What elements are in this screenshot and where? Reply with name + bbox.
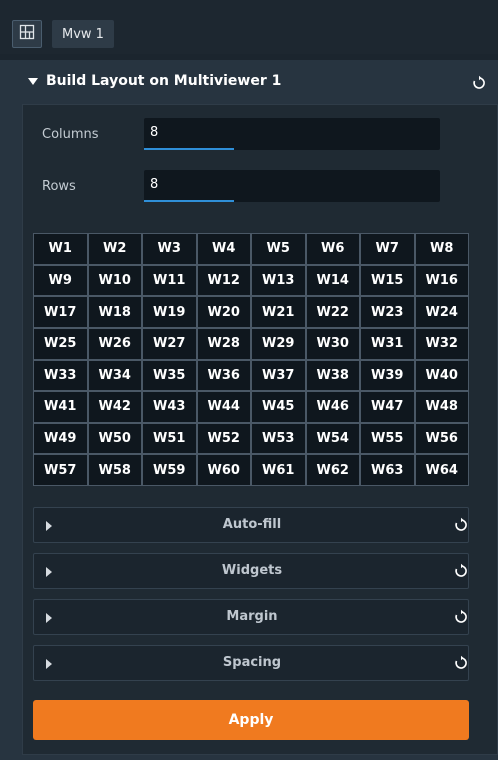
grid-cell[interactable]: W1 bbox=[34, 234, 87, 264]
apply-button[interactable]: Apply bbox=[33, 700, 469, 740]
grid-cell[interactable]: W30 bbox=[306, 328, 359, 359]
reset-icon[interactable] bbox=[452, 654, 470, 672]
grid-cell[interactable]: W64 bbox=[415, 455, 468, 485]
grid-cell[interactable]: W21 bbox=[252, 297, 305, 327]
grid-cell[interactable]: W57 bbox=[34, 455, 87, 485]
grid-cell[interactable]: W58 bbox=[88, 455, 141, 485]
grid-cell[interactable]: W52 bbox=[197, 423, 250, 454]
columns-input[interactable]: 8 bbox=[144, 118, 440, 150]
grid-cell[interactable]: W32 bbox=[415, 328, 468, 359]
grid-cell[interactable]: W53 bbox=[252, 423, 305, 454]
grid-cell[interactable]: W55 bbox=[361, 423, 414, 454]
grid-cell[interactable]: W41 bbox=[34, 392, 87, 422]
section-margin[interactable]: Margin bbox=[33, 599, 469, 635]
grid-cell[interactable]: W31 bbox=[361, 328, 414, 359]
grid-cell[interactable]: W60 bbox=[197, 455, 250, 485]
reset-icon[interactable] bbox=[452, 608, 470, 626]
grid-cell[interactable]: W54 bbox=[306, 423, 359, 454]
grid-cell[interactable]: W42 bbox=[88, 392, 141, 422]
rows-value: 8 bbox=[150, 177, 159, 192]
grid-cell[interactable]: W8 bbox=[415, 234, 468, 264]
grid-cell[interactable]: W26 bbox=[88, 328, 141, 359]
section-spacing[interactable]: Spacing bbox=[33, 645, 469, 681]
grid-cell[interactable]: W13 bbox=[252, 265, 305, 296]
panel-header[interactable]: Build Layout on Multiviewer 1 bbox=[0, 60, 498, 104]
grid-cell[interactable]: W29 bbox=[252, 328, 305, 359]
tab-bar: Mvw 1 bbox=[0, 0, 498, 54]
section-label: Margin bbox=[226, 609, 278, 624]
grid-cell[interactable]: W5 bbox=[252, 234, 305, 264]
columns-label: Columns bbox=[42, 127, 99, 142]
grid-cell[interactable]: W28 bbox=[197, 328, 250, 359]
rows-input[interactable]: 8 bbox=[144, 170, 440, 202]
reset-icon[interactable] bbox=[470, 74, 488, 92]
grid-cell[interactable]: W20 bbox=[197, 297, 250, 327]
grid-cell[interactable]: W17 bbox=[34, 297, 87, 327]
section-auto-fill[interactable]: Auto-fill bbox=[33, 507, 469, 543]
grid-cell[interactable]: W3 bbox=[143, 234, 196, 264]
grid-cell[interactable]: W48 bbox=[415, 392, 468, 422]
grid-cell[interactable]: W7 bbox=[361, 234, 414, 264]
grid-cell[interactable]: W44 bbox=[197, 392, 250, 422]
grid-cell[interactable]: W59 bbox=[143, 455, 196, 485]
grid-cell[interactable]: W33 bbox=[34, 360, 87, 391]
grid-cell[interactable]: W2 bbox=[88, 234, 141, 264]
grid-cell[interactable]: W45 bbox=[252, 392, 305, 422]
grid-cell[interactable]: W39 bbox=[361, 360, 414, 391]
grid-cell[interactable]: W10 bbox=[88, 265, 141, 296]
window-grid: W1 W2 W3 W4 W5 W6 W7 W8 W9 W10 W11 W12 W13 W14 W15 W16 W… bbox=[33, 233, 469, 486]
grid-cell[interactable]: W36 bbox=[197, 360, 250, 391]
grid-cell[interactable]: W25 bbox=[34, 328, 87, 359]
grid-cell[interactable]: W49 bbox=[34, 423, 87, 454]
section-widgets[interactable]: Widgets bbox=[33, 553, 469, 589]
grid-cell[interactable]: W15 bbox=[361, 265, 414, 296]
grid-cell[interactable]: W19 bbox=[143, 297, 196, 327]
section-label: Spacing bbox=[222, 655, 282, 670]
grid-cell[interactable]: W27 bbox=[143, 328, 196, 359]
grid-cell[interactable]: W9 bbox=[34, 265, 87, 296]
grid-cell[interactable]: W61 bbox=[252, 455, 305, 485]
grid-cell[interactable]: W63 bbox=[361, 455, 414, 485]
grid-cell[interactable]: W18 bbox=[88, 297, 141, 327]
grid-cell[interactable]: W35 bbox=[143, 360, 196, 391]
panel-title: Build Layout on Multiviewer 1 bbox=[46, 73, 282, 89]
grid-cell[interactable]: W43 bbox=[143, 392, 196, 422]
grid-cell[interactable]: W40 bbox=[415, 360, 468, 391]
grid-cell[interactable]: W46 bbox=[306, 392, 359, 422]
grid-cell[interactable]: W50 bbox=[88, 423, 141, 454]
grid-cell[interactable]: W6 bbox=[306, 234, 359, 264]
grid-cell[interactable]: W56 bbox=[415, 423, 468, 454]
grid-cell[interactable]: W23 bbox=[361, 297, 414, 327]
grid-cell[interactable]: W38 bbox=[306, 360, 359, 391]
grid-cell[interactable]: W47 bbox=[361, 392, 414, 422]
grid-cell[interactable]: W11 bbox=[143, 265, 196, 296]
reset-icon[interactable] bbox=[452, 562, 470, 580]
columns-value: 8 bbox=[150, 125, 159, 140]
grid-cell[interactable]: W4 bbox=[197, 234, 250, 264]
columns-input-underline bbox=[144, 148, 234, 150]
grid-cell[interactable]: W34 bbox=[88, 360, 141, 391]
grid-cell[interactable]: W51 bbox=[143, 423, 196, 454]
layout-tab-button[interactable] bbox=[12, 20, 42, 48]
rows-input-underline bbox=[144, 200, 234, 202]
collapse-caret-icon bbox=[28, 78, 38, 85]
grid-cell[interactable]: W24 bbox=[415, 297, 468, 327]
section-label: Auto-fill bbox=[222, 517, 282, 532]
reset-icon[interactable] bbox=[452, 516, 470, 534]
grid-cell[interactable]: W14 bbox=[306, 265, 359, 296]
section-label: Widgets bbox=[221, 563, 283, 578]
grid-layout-icon bbox=[19, 24, 35, 44]
grid-cell[interactable]: W22 bbox=[306, 297, 359, 327]
grid-cell[interactable]: W12 bbox=[197, 265, 250, 296]
grid-cell[interactable]: W16 bbox=[415, 265, 468, 296]
tab-mvw-1[interactable]: Mvw 1 bbox=[52, 20, 114, 48]
grid-cell[interactable]: W37 bbox=[252, 360, 305, 391]
rows-label: Rows bbox=[42, 179, 76, 194]
grid-cell[interactable]: W62 bbox=[306, 455, 359, 485]
